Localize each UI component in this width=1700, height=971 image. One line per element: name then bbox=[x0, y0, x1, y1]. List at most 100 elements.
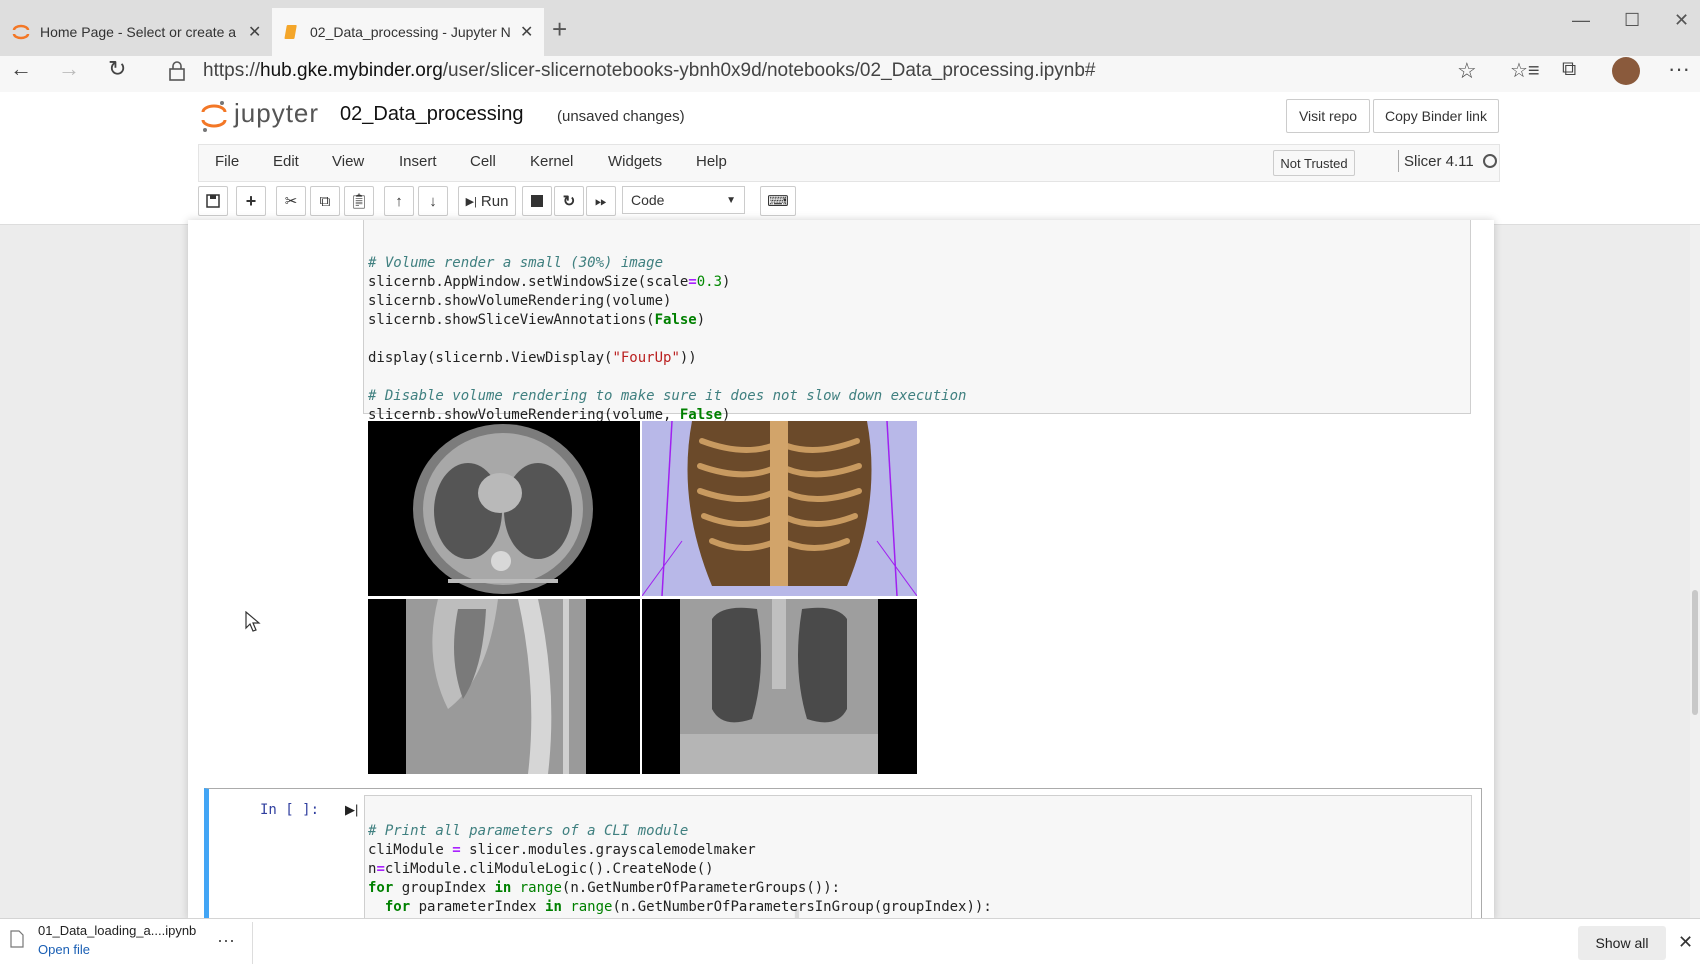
show-all-button[interactable]: Show all bbox=[1578, 926, 1666, 960]
code-line: n=cliModule.cliModuleLogic().CreateNode(… bbox=[368, 861, 714, 877]
more-options-icon[interactable]: ··· bbox=[217, 930, 235, 951]
copy-icon: ⧉ bbox=[319, 192, 331, 210]
move-down-button[interactable]: ↓ bbox=[418, 186, 448, 216]
jupyter-logo-icon[interactable] bbox=[200, 98, 228, 134]
close-tab-icon[interactable]: ✕ bbox=[248, 22, 261, 42]
save-status: (unsaved changes) bbox=[557, 108, 685, 125]
step-forward-icon: ▶︎| bbox=[465, 195, 477, 208]
command-palette-button[interactable]: ⌨ bbox=[760, 186, 796, 216]
move-up-button[interactable]: ↑ bbox=[384, 186, 414, 216]
url-path: /user/slicer-slicernotebooks-ybnh0x9d/no… bbox=[442, 60, 1096, 81]
menu-edit[interactable]: Edit bbox=[273, 153, 299, 170]
code-line: display(slicernb.ViewDisplay("FourUp")) bbox=[368, 350, 697, 366]
close-window-icon[interactable]: ✕ bbox=[1674, 10, 1689, 31]
kernel-separator bbox=[1398, 150, 1399, 172]
url-field[interactable]: https://hub.gke.mybinder.org/user/slicer… bbox=[203, 60, 1095, 82]
download-filename[interactable]: 01_Data_loading_a....ipynb bbox=[38, 923, 196, 938]
visit-repo-button[interactable]: Visit repo bbox=[1286, 99, 1370, 133]
reload-icon[interactable]: ↻ bbox=[108, 56, 126, 86]
code-cell-input[interactable]: # Volume render a small (30%) image slice… bbox=[363, 220, 1471, 423]
close-tab-icon[interactable]: ✕ bbox=[520, 22, 533, 42]
code-line: slicernb.showVolumeRendering(volume) bbox=[368, 293, 672, 309]
menu-file[interactable]: File bbox=[215, 153, 239, 170]
maximize-icon[interactable]: ☐ bbox=[1624, 10, 1640, 31]
plus-icon: + bbox=[245, 190, 257, 211]
lock-icon[interactable] bbox=[168, 60, 186, 82]
copy-button[interactable]: ⧉ bbox=[310, 186, 340, 216]
kernel-status-icon bbox=[1483, 154, 1497, 168]
menu-insert[interactable]: Insert bbox=[399, 153, 437, 170]
save-icon bbox=[206, 194, 220, 208]
collections-icon[interactable]: ⧉ bbox=[1562, 58, 1576, 88]
menu-help[interactable]: Help bbox=[696, 153, 727, 170]
3d-volume-view bbox=[642, 421, 917, 596]
restart-button[interactable]: ↻ bbox=[554, 186, 584, 216]
run-button[interactable]: ▶︎| Run bbox=[458, 186, 516, 216]
tab-label: 02_Data_processing - Jupyter No bbox=[310, 24, 510, 40]
keyboard-icon: ⌨ bbox=[767, 193, 789, 210]
insert-cell-button[interactable]: + bbox=[236, 186, 266, 216]
run-cell-icon[interactable]: ▶︎| bbox=[345, 802, 358, 818]
url-host: hub.gke.mybinder.org bbox=[260, 60, 443, 81]
menu-widgets[interactable]: Widgets bbox=[608, 153, 662, 170]
close-download-bar-icon[interactable]: ✕ bbox=[1678, 932, 1693, 953]
restart-icon: ↻ bbox=[562, 193, 576, 210]
cell-type-value: Code bbox=[631, 192, 665, 208]
arrow-down-icon: ↓ bbox=[429, 192, 437, 210]
jupyter-brand[interactable]: jupyter bbox=[234, 98, 319, 129]
download-bar bbox=[0, 918, 1700, 971]
scrollbar-thumb[interactable] bbox=[1692, 590, 1698, 715]
tab-label: Home Page - Select or create a n bbox=[40, 24, 240, 40]
stop-icon bbox=[531, 195, 543, 207]
paste-icon: 📋︎ bbox=[349, 193, 369, 210]
arrow-up-icon: ↑ bbox=[395, 192, 403, 210]
scrollbar[interactable] bbox=[1690, 225, 1700, 920]
menu-kernel[interactable]: Kernel bbox=[530, 153, 573, 170]
trust-indicator[interactable]: Not Trusted bbox=[1273, 150, 1355, 176]
code-line: slicernb.AppWindow.setWindowSize(scale=0… bbox=[368, 274, 731, 290]
menu-view[interactable]: View bbox=[332, 153, 364, 170]
chevron-down-icon: ▼ bbox=[726, 194, 736, 206]
code-line: # Disable volume rendering to make sure … bbox=[368, 388, 967, 404]
tab-home-page[interactable]: Home Page - Select or create a n ✕ bbox=[8, 8, 266, 56]
code-cell-input[interactable]: # Print all parameters of a CLI module cl… bbox=[364, 795, 1472, 927]
code-line: slicernb.showSliceViewAnnotations(False) bbox=[368, 312, 706, 328]
notebook-favicon-icon bbox=[284, 25, 297, 39]
paste-button[interactable]: 📋︎ bbox=[344, 186, 374, 216]
cut-button[interactable]: ✂ bbox=[276, 186, 306, 216]
jupyter-favicon-icon bbox=[12, 24, 30, 40]
fourup-view-output bbox=[368, 421, 917, 774]
open-file-link[interactable]: Open file bbox=[38, 942, 90, 957]
url-prefix: https:// bbox=[203, 60, 261, 81]
restart-run-all-button[interactable]: ⏩︎ bbox=[586, 186, 616, 216]
run-label: Run bbox=[480, 192, 509, 210]
file-icon bbox=[10, 930, 24, 948]
new-tab-icon[interactable]: + bbox=[552, 14, 567, 45]
code-line: # Print all parameters of a CLI module bbox=[368, 823, 689, 839]
tab-data-processing[interactable]: 02_Data_processing - Jupyter No ✕ bbox=[272, 8, 544, 56]
axial-slice-view bbox=[368, 421, 640, 596]
interrupt-button[interactable] bbox=[522, 186, 552, 216]
minimize-icon[interactable]: — bbox=[1572, 10, 1590, 31]
back-icon[interactable]: ← bbox=[10, 56, 32, 86]
code-line: # Volume render a small (30%) image bbox=[368, 255, 664, 271]
forward-icon[interactable]: → bbox=[58, 56, 80, 86]
copy-binder-link-button[interactable]: Copy Binder link bbox=[1373, 99, 1499, 133]
favorites-icon[interactable]: ☆≡ bbox=[1510, 58, 1540, 88]
settings-menu-icon[interactable]: ··· bbox=[1668, 56, 1690, 86]
coronal-slice-view bbox=[642, 599, 917, 774]
kernel-name[interactable]: Slicer 4.11 bbox=[1404, 153, 1474, 170]
favorite-star-icon[interactable]: ☆ bbox=[1457, 58, 1477, 88]
code-line: for groupIndex in range(n.GetNumberOfPar… bbox=[368, 880, 841, 896]
notebook-title[interactable]: 02_Data_processing bbox=[340, 103, 523, 126]
avatar[interactable] bbox=[1612, 57, 1640, 85]
mouse-cursor-icon bbox=[245, 611, 261, 632]
code-line: cliModule = slicer.modules.grayscalemode… bbox=[368, 842, 756, 858]
input-prompt: In [ ]: bbox=[260, 802, 320, 818]
save-button[interactable] bbox=[198, 186, 228, 216]
sagittal-slice-view bbox=[368, 599, 640, 774]
menu-cell[interactable]: Cell bbox=[470, 153, 496, 170]
cell-type-select[interactable]: Code ▼ bbox=[622, 186, 745, 214]
